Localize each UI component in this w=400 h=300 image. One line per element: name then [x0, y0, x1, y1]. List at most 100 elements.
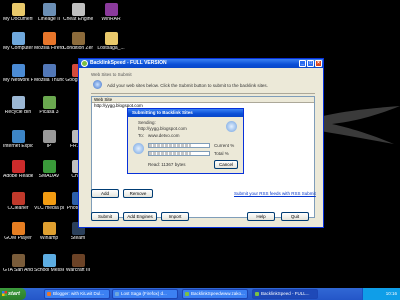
app-shortcut-icon [42, 192, 56, 205]
divider [91, 93, 315, 94]
total-progress-bar [148, 151, 210, 156]
app-shortcut-icon [42, 130, 56, 143]
desktop-icon-label: Cheat Engine [63, 17, 93, 22]
taskbar-button[interactable]: BacklinkSpeedwww.zako... [182, 289, 248, 299]
app-shortcut-icon [11, 254, 25, 267]
app-shortcut-icon [104, 3, 118, 16]
desktop-icon[interactable]: Recycle Bin [3, 96, 33, 115]
desktop-icon-label: VLC media player [34, 206, 64, 211]
app-shortcut-icon [42, 96, 56, 109]
window-title: BacklinkSpeed - FULL VERSION [90, 60, 167, 66]
desktop-icon-label: SMADAV [38, 174, 60, 179]
desktop-icon[interactable]: IP [34, 130, 64, 149]
desktop-icon[interactable]: School Messenger [34, 254, 64, 273]
sending-label: Sending: [138, 120, 156, 125]
desktop-icon-label: WinRAR [101, 17, 121, 22]
desktop-icon-label: GTA San Andreas [3, 268, 33, 273]
desktop-icon[interactable]: Condition Zero [63, 32, 93, 51]
sending-value: http://yygg.blogspot.com [138, 126, 187, 131]
app-shortcut-icon [71, 32, 85, 45]
desktop-icon[interactable]: Cheat Engine [63, 3, 93, 22]
task-app-icon [185, 292, 189, 296]
submit-button[interactable]: Submit [91, 212, 119, 221]
desktop-icon-label: Recycle Bin [4, 110, 32, 115]
desktop-icon[interactable]: Internet Explorer [3, 130, 33, 149]
app-shortcut-icon [11, 160, 25, 173]
app-shortcut-icon [11, 3, 25, 16]
desktop-icon-label: Internet Explorer [3, 144, 33, 149]
taskbar-button[interactable]: Blogger: with KiLwit Dul... [44, 289, 110, 299]
desktop-icon-label: My Network Places [3, 78, 33, 83]
taskbar-button-label: BacklinkSpeedwww.zako... [191, 291, 245, 296]
window-titlebar[interactable]: BacklinkSpeed - FULL VERSION _ □ × [79, 59, 323, 68]
desktop-icon-label: Condition Zero [63, 46, 93, 51]
app-shortcut-icon [42, 3, 56, 16]
desktop-icon[interactable]: My Network Places [3, 64, 33, 83]
desktop-icon-label: Lostsaga_... [97, 46, 125, 51]
taskbar-button-label: Lost Saga (Firefox) d... [121, 291, 167, 296]
desktop-icon[interactable]: WinRAR [96, 3, 126, 22]
desktop-icon[interactable]: My Computer [3, 32, 33, 51]
maximize-icon[interactable]: □ [307, 60, 314, 67]
start-button[interactable]: start [0, 288, 26, 300]
desktop-icon[interactable]: GOM Player [3, 222, 33, 241]
current-progress-fill [149, 144, 191, 147]
taskbar-button[interactable]: BacklinkSpeed - FULL... [252, 289, 318, 299]
taskbar-button-label: Blogger: with KiLwit Dul... [53, 291, 105, 296]
minimize-icon[interactable]: _ [299, 60, 306, 67]
desktop-icon[interactable]: GTA San Andreas [3, 254, 33, 273]
close-icon[interactable]: × [315, 60, 322, 67]
to-value: www.detvo.com [148, 133, 180, 138]
add-engines-button[interactable]: Add Engines [123, 212, 157, 221]
read-bytes-text: Read: 11367 bytes [148, 162, 186, 167]
rss-submit-link[interactable]: Submit your RSS feeds with RSS Submit [234, 191, 316, 196]
task-app-icon [255, 292, 259, 296]
desktop-icon[interactable]: My Documents [3, 3, 33, 22]
desktop-icon-label: School Messenger [34, 268, 64, 273]
clock: 10:16 [385, 291, 397, 296]
quit-button[interactable]: Quit [281, 212, 309, 221]
app-shortcut-icon [42, 160, 56, 173]
submitting-dialog: Submitting to Backlink Sites Sending: ht… [127, 108, 244, 174]
help-button[interactable]: Help [247, 212, 275, 221]
to-label: To: [138, 133, 145, 138]
dialog-title: Submitting to Backlink Sites [132, 110, 193, 115]
desktop-icon[interactable]: Warcraft III [63, 254, 93, 273]
desktop-icon[interactable]: Winamp [34, 222, 64, 241]
desktop-icon[interactable]: Adobe Reader 9 [3, 160, 33, 179]
dialog-titlebar[interactable]: Submitting to Backlink Sites [128, 109, 243, 117]
app-shortcut-icon [11, 96, 25, 109]
desktop-icon-label: Mozilla Firefox [34, 46, 64, 51]
desktop-icon[interactable]: Lineage II [34, 3, 64, 22]
desktop-icon[interactable]: VLC media player [34, 192, 64, 211]
app-shortcut-icon [104, 32, 118, 45]
desktop-icon-label: Steam [70, 236, 86, 241]
app-shortcut-icon [11, 32, 25, 45]
desktop-icon-label: My Documents [3, 17, 33, 22]
total-progress-fill [149, 152, 191, 155]
desktop-icon[interactable]: Lostsaga_... [96, 32, 126, 51]
desktop-icon[interactable]: Mozilla Firefox [34, 32, 64, 51]
app-shortcut-icon [11, 192, 25, 205]
app-shortcut-icon [11, 64, 25, 77]
taskbar-button[interactable]: Lost Saga (Firefox) d... [112, 289, 178, 299]
windows-flag-icon [2, 291, 7, 296]
app-shortcut-icon [42, 254, 56, 267]
cancel-button[interactable]: Cancel [214, 160, 238, 169]
desktop-icon[interactable]: CCleaner [3, 192, 33, 211]
app-shortcut-icon [71, 3, 85, 16]
app-icon [81, 60, 88, 67]
task-app-icon [115, 292, 119, 296]
import-button[interactable]: Import [161, 212, 189, 221]
taskbar: start Blogger: with KiLwit Dul... Lost Sa… [0, 288, 400, 300]
task-app-icon [47, 292, 51, 296]
remove-button[interactable]: Remove [123, 189, 153, 198]
desktop-icon[interactable]: Mozilla Thunderbird [34, 64, 64, 83]
desktop-icon[interactable]: SMADAV [34, 160, 64, 179]
app-shortcut-icon [11, 130, 25, 143]
app-shortcut-icon [71, 254, 85, 267]
taskbar-button-label: BacklinkSpeed - FULL... [261, 291, 310, 296]
add-button[interactable]: Add [91, 189, 119, 198]
app-shortcut-icon [42, 64, 56, 77]
desktop-icon[interactable]: Picasa 3 [34, 96, 64, 115]
